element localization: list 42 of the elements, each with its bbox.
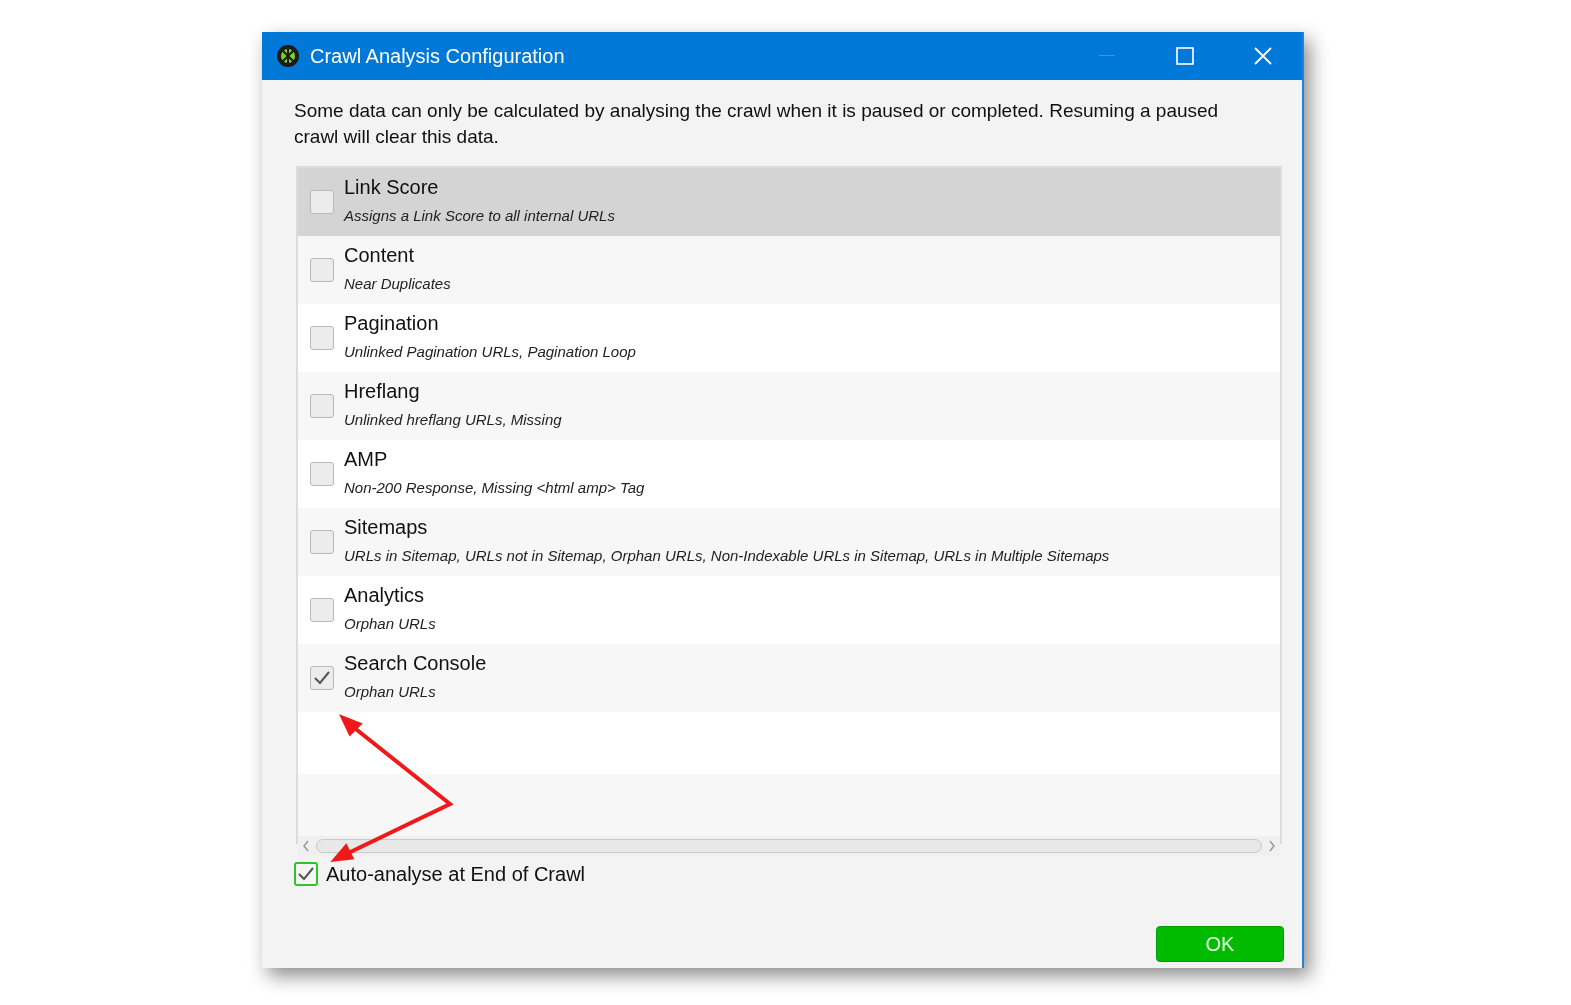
maximize-icon <box>1176 47 1194 65</box>
checkbox[interactable] <box>310 190 334 214</box>
analysis-row[interactable]: Hreflang Unlinked hreflang URLs, Missing <box>298 372 1280 440</box>
analysis-row[interactable]: Content Near Duplicates <box>298 236 1280 304</box>
option-name: Link Score <box>344 176 440 199</box>
analysis-row[interactable]: Search Console Orphan URLs <box>298 644 1280 712</box>
option-name: Content <box>344 244 416 267</box>
analysis-row[interactable]: Sitemaps URLs in Sitemap, URLs not in Sitemap, Orphan URLs, Non-Indexable URLs in Sitemap, URLs in Multiple Sitemaps <box>298 508 1280 576</box>
option-name: Search Console <box>344 652 487 675</box>
option-name: Hreflang <box>344 380 421 403</box>
checkbox[interactable] <box>310 394 334 418</box>
scrollbar-thumb[interactable] <box>316 839 1262 853</box>
option-name: Sitemaps <box>344 516 429 539</box>
option-description: Non-200 Response, Missing <html amp> Tag <box>344 479 645 496</box>
option-description: Assigns a Link Score to all internal URLs <box>344 207 615 224</box>
scroll-right-icon[interactable] <box>1268 840 1276 852</box>
option-description: Orphan URLs <box>344 615 436 632</box>
option-name: AMP <box>344 448 389 471</box>
checkbox[interactable] <box>310 598 334 622</box>
intro-text: Some data can only be calculated by analysing the crawl when it is paused or completed. Resuming a paused crawl will clear this data. <box>294 99 1220 149</box>
checkbox[interactable] <box>310 326 334 350</box>
option-description: Unlinked hreflang URLs, Missing <box>344 411 562 428</box>
option-name: Pagination <box>344 312 440 335</box>
option-description: Near Duplicates <box>344 275 451 292</box>
checkmark-icon <box>297 866 315 882</box>
checkmark-icon <box>313 670 331 686</box>
checkbox[interactable] <box>310 530 334 554</box>
minimize-icon <box>1099 55 1115 57</box>
option-name: Analytics <box>344 584 426 607</box>
option-description: Orphan URLs <box>344 683 437 700</box>
analysis-row[interactable]: Link Score Assigns a Link Score to all internal URLs <box>298 168 1280 236</box>
scroll-left-icon[interactable] <box>302 840 310 852</box>
option-description: URLs in Sitemap, URLs not in Sitemap, Orphan URLs, Non-Indexable URLs in Sitemap, URLs in Multiple Sitemaps <box>344 547 1110 564</box>
checkbox[interactable] <box>310 462 334 486</box>
close-icon <box>1254 47 1272 65</box>
checkbox[interactable] <box>310 258 334 282</box>
spider-logo-icon <box>276 44 300 68</box>
window-title: Crawl Analysis Configuration <box>310 44 566 68</box>
option-description: Unlinked Pagination URLs, Pagination Loop <box>344 343 636 360</box>
checkbox[interactable] <box>310 666 334 690</box>
auto-analyse-label: Auto-analyse at End of Crawl <box>326 862 586 886</box>
checkbox[interactable] <box>294 862 318 886</box>
